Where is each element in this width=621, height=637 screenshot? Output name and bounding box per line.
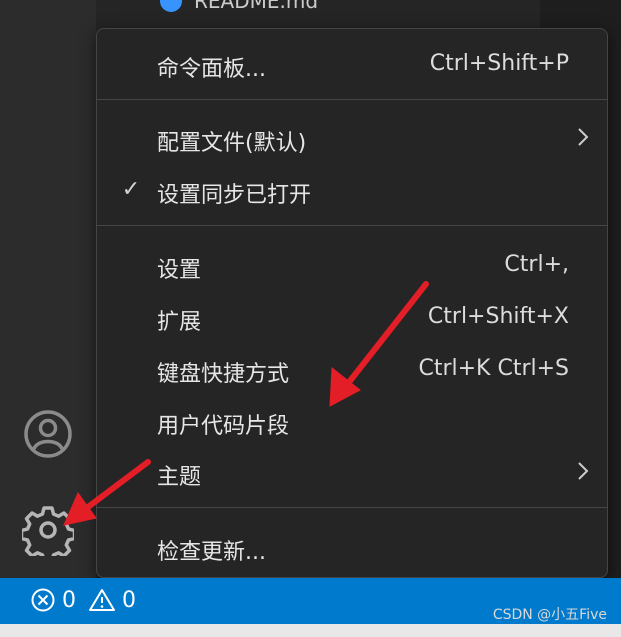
- info-file-icon: [160, 0, 182, 12]
- warning-icon: [89, 589, 115, 611]
- explorer-file-item[interactable]: README.md: [160, 0, 318, 14]
- menu-item-label: 命令面板...: [157, 57, 266, 82]
- menu-item-label: 设置: [157, 258, 202, 283]
- menu-separator: [97, 99, 607, 100]
- menu-item-label: 配置文件(默认): [157, 131, 307, 156]
- menu-separator: [97, 225, 607, 226]
- menu-item-shortcut: Ctrl+Shift+P: [429, 51, 569, 76]
- menu-item-shortcut: Ctrl+K Ctrl+S: [418, 356, 569, 381]
- menu-item-themes[interactable]: 主题: [97, 449, 607, 495]
- menu-item-label: 检查更新...: [157, 540, 266, 565]
- manage-context-menu: 命令面板... Ctrl+Shift+P 配置文件(默认) ✓ 设置同步已打开 …: [96, 28, 608, 578]
- menu-item-label: 键盘快捷方式: [157, 362, 290, 387]
- gear-icon: [22, 506, 74, 556]
- menu-item-command-palette[interactable]: 命令面板... Ctrl+Shift+P: [97, 41, 607, 87]
- status-problems[interactable]: 0 0: [30, 587, 136, 613]
- menu-item-settings[interactable]: 设置 Ctrl+,: [97, 242, 607, 288]
- manage-button[interactable]: [22, 504, 74, 556]
- error-count: 0: [62, 587, 76, 613]
- menu-item-shortcut: Ctrl+,: [504, 252, 569, 277]
- menu-item-label: 扩展: [157, 310, 202, 335]
- window-bottom-edge: [0, 624, 621, 637]
- menu-item-profiles[interactable]: 配置文件(默认): [97, 115, 607, 161]
- check-icon: ✓: [121, 177, 141, 202]
- error-icon: [31, 588, 55, 612]
- file-name: README.md: [194, 0, 319, 13]
- menu-item-label: 主题: [157, 465, 202, 490]
- menu-item-keyboard-shortcuts[interactable]: 键盘快捷方式 Ctrl+K Ctrl+S: [97, 346, 607, 392]
- menu-separator: [97, 507, 607, 508]
- warning-count: 0: [122, 587, 136, 613]
- chevron-right-icon: [578, 128, 589, 146]
- menu-item-extensions[interactable]: 扩展 Ctrl+Shift+X: [97, 294, 607, 340]
- menu-item-check-updates[interactable]: 检查更新...: [97, 524, 607, 570]
- menu-item-label: 用户代码片段: [157, 414, 290, 439]
- menu-item-label: 设置同步已打开: [157, 183, 312, 208]
- chevron-right-icon: [578, 462, 589, 480]
- menu-item-user-snippets[interactable]: 用户代码片段: [97, 398, 607, 444]
- menu-item-settings-sync[interactable]: ✓ 设置同步已打开: [97, 167, 607, 213]
- watermark: CSDN @小五Five: [492, 607, 607, 623]
- account-icon: [24, 410, 72, 458]
- menu-item-shortcut: Ctrl+Shift+X: [427, 304, 569, 329]
- activity-bar: [0, 0, 96, 578]
- accounts-button[interactable]: [22, 408, 74, 460]
